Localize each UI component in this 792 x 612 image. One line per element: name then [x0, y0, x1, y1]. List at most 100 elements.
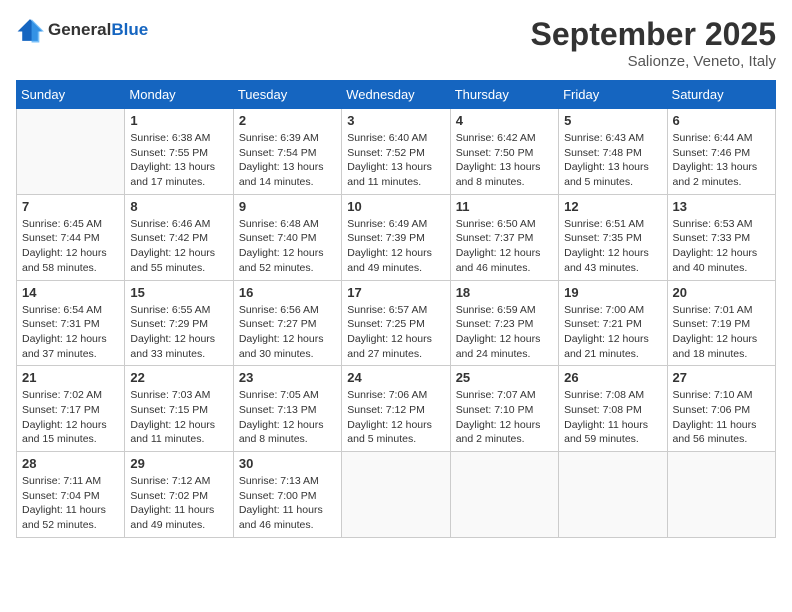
calendar-cell: 13Sunrise: 6:53 AMSunset: 7:33 PMDayligh… [667, 194, 775, 280]
day-info: Sunrise: 6:39 AMSunset: 7:54 PMDaylight:… [239, 131, 336, 190]
day-info: Sunrise: 7:06 AMSunset: 7:12 PMDaylight:… [347, 388, 444, 447]
calendar-cell: 11 Sunrise: 6:50 AMSunset: 7:37 PMDayligh… [450, 194, 558, 280]
day-info: Sunrise: 6:40 AMSunset: 7:52 PMDaylight:… [347, 131, 444, 190]
calendar-cell [667, 452, 775, 538]
calendar-cell: 7 Sunrise: 6:45 AMSunset: 7:44 PMDaylight… [17, 194, 125, 280]
logo-text: GeneralBlue [48, 20, 148, 40]
month-title: September 2025 [531, 16, 776, 53]
day-number: 10 [347, 199, 444, 214]
day-number: 28 [22, 456, 119, 471]
day-info: Sunrise: 6:49 AMSunset: 7:39 PMDaylight:… [347, 217, 444, 276]
calendar-cell: 3 Sunrise: 6:40 AMSunset: 7:52 PMDaylight… [342, 109, 450, 195]
calendar-week-row: 1Sunrise: 6:38 AMSunset: 7:55 PMDaylight… [17, 109, 776, 195]
calendar-cell [450, 452, 558, 538]
calendar-cell: 24 Sunrise: 7:06 AMSunset: 7:12 PMDayligh… [342, 366, 450, 452]
calendar-cell: 23 Sunrise: 7:05 AMSunset: 7:13 PMDayligh… [233, 366, 341, 452]
day-info: Sunrise: 6:43 AMSunset: 7:48 PMDaylight:… [564, 131, 661, 190]
weekday-header-wednesday: Wednesday [342, 81, 450, 109]
calendar-cell: 16Sunrise: 6:56 AMSunset: 7:27 PMDayligh… [233, 280, 341, 366]
weekday-header-sunday: Sunday [17, 81, 125, 109]
location-subtitle: Salionze, Veneto, Italy [531, 53, 776, 70]
day-number: 17 [347, 285, 444, 300]
day-number: 15 [130, 285, 227, 300]
day-number: 4 [456, 113, 553, 128]
day-number: 5 [564, 113, 661, 128]
day-info: Sunrise: 7:05 AMSunset: 7:13 PMDaylight:… [239, 388, 336, 447]
day-number: 26 [564, 370, 661, 385]
day-info: Sunrise: 6:57 AMSunset: 7:25 PMDaylight:… [347, 303, 444, 362]
day-number: 20 [673, 285, 770, 300]
calendar-cell: 2Sunrise: 6:39 AMSunset: 7:54 PMDaylight… [233, 109, 341, 195]
logo-blue: Blue [111, 20, 148, 39]
calendar-cell: 9Sunrise: 6:48 AMSunset: 7:40 PMDaylight… [233, 194, 341, 280]
day-info: Sunrise: 6:51 AMSunset: 7:35 PMDaylight:… [564, 217, 661, 276]
day-number: 21 [22, 370, 119, 385]
calendar-cell [17, 109, 125, 195]
day-info: Sunrise: 7:03 AMSunset: 7:15 PMDaylight:… [130, 388, 227, 447]
day-info: Sunrise: 7:11 AMSunset: 7:04 PMDaylight:… [22, 474, 119, 533]
calendar-week-row: 7 Sunrise: 6:45 AMSunset: 7:44 PMDaylight… [17, 194, 776, 280]
day-info: Sunrise: 6:45 AMSunset: 7:44 PMDaylight:… [22, 217, 119, 276]
day-number: 24 [347, 370, 444, 385]
day-info: Sunrise: 6:46 AMSunset: 7:42 PMDaylight:… [130, 217, 227, 276]
calendar-cell: 22 Sunrise: 7:03 AMSunset: 7:15 PMDayligh… [125, 366, 233, 452]
calendar-cell: 21 Sunrise: 7:02 AMSunset: 7:17 PMDayligh… [17, 366, 125, 452]
day-number: 6 [673, 113, 770, 128]
day-number: 8 [130, 199, 227, 214]
day-info: Sunrise: 7:08 AMSunset: 7:08 PMDaylight:… [564, 388, 661, 447]
weekday-header-saturday: Saturday [667, 81, 775, 109]
day-number: 27 [673, 370, 770, 385]
calendar-cell: 15 Sunrise: 6:55 AMSunset: 7:29 PMDayligh… [125, 280, 233, 366]
weekday-header-row: SundayMondayTuesdayWednesdayThursdayFrid… [17, 81, 776, 109]
calendar-cell: 29 Sunrise: 7:12 AMSunset: 7:02 PMDayligh… [125, 452, 233, 538]
weekday-header-friday: Friday [559, 81, 667, 109]
calendar-cell: 4 Sunrise: 6:42 AMSunset: 7:50 PMDaylight… [450, 109, 558, 195]
calendar-cell: 25 Sunrise: 7:07 AMSunset: 7:10 PMDayligh… [450, 366, 558, 452]
day-number: 11 [456, 199, 553, 214]
calendar-cell: 14 Sunrise: 6:54 AMSunset: 7:31 PMDayligh… [17, 280, 125, 366]
logo-general: General [48, 20, 111, 39]
day-number: 13 [673, 199, 770, 214]
calendar-week-row: 21 Sunrise: 7:02 AMSunset: 7:17 PMDayligh… [17, 366, 776, 452]
calendar-cell: 1Sunrise: 6:38 AMSunset: 7:55 PMDaylight… [125, 109, 233, 195]
calendar-cell: 30Sunrise: 7:13 AMSunset: 7:00 PMDayligh… [233, 452, 341, 538]
day-number: 23 [239, 370, 336, 385]
calendar-cell [559, 452, 667, 538]
logo: GeneralBlue [16, 16, 148, 44]
day-info: Sunrise: 6:59 AMSunset: 7:23 PMDaylight:… [456, 303, 553, 362]
day-info: Sunrise: 6:44 AMSunset: 7:46 PMDaylight:… [673, 131, 770, 190]
day-info: Sunrise: 6:55 AMSunset: 7:29 PMDaylight:… [130, 303, 227, 362]
calendar-cell: 6 Sunrise: 6:44 AMSunset: 7:46 PMDaylight… [667, 109, 775, 195]
calendar-week-row: 28 Sunrise: 7:11 AMSunset: 7:04 PMDayligh… [17, 452, 776, 538]
day-info: Sunrise: 7:12 AMSunset: 7:02 PMDaylight:… [130, 474, 227, 533]
page-header: GeneralBlue September 2025 Salionze, Ven… [16, 16, 776, 70]
day-info: Sunrise: 7:10 AMSunset: 7:06 PMDaylight:… [673, 388, 770, 447]
day-number: 12 [564, 199, 661, 214]
day-number: 7 [22, 199, 119, 214]
day-info: Sunrise: 7:02 AMSunset: 7:17 PMDaylight:… [22, 388, 119, 447]
day-number: 14 [22, 285, 119, 300]
day-info: Sunrise: 7:00 AMSunset: 7:21 PMDaylight:… [564, 303, 661, 362]
day-info: Sunrise: 6:50 AMSunset: 7:37 PMDaylight:… [456, 217, 553, 276]
day-number: 3 [347, 113, 444, 128]
day-number: 22 [130, 370, 227, 385]
calendar-table: SundayMondayTuesdayWednesdayThursdayFrid… [16, 80, 776, 538]
day-info: Sunrise: 6:38 AMSunset: 7:55 PMDaylight:… [130, 131, 227, 190]
weekday-header-thursday: Thursday [450, 81, 558, 109]
day-info: Sunrise: 6:56 AMSunset: 7:27 PMDaylight:… [239, 303, 336, 362]
day-info: Sunrise: 7:07 AMSunset: 7:10 PMDaylight:… [456, 388, 553, 447]
weekday-header-monday: Monday [125, 81, 233, 109]
calendar-cell: 19Sunrise: 7:00 AMSunset: 7:21 PMDayligh… [559, 280, 667, 366]
calendar-week-row: 14 Sunrise: 6:54 AMSunset: 7:31 PMDayligh… [17, 280, 776, 366]
title-block: September 2025 Salionze, Veneto, Italy [531, 16, 776, 70]
day-info: Sunrise: 6:54 AMSunset: 7:31 PMDaylight:… [22, 303, 119, 362]
calendar-cell: 28 Sunrise: 7:11 AMSunset: 7:04 PMDayligh… [17, 452, 125, 538]
calendar-cell: 26 Sunrise: 7:08 AMSunset: 7:08 PMDayligh… [559, 366, 667, 452]
day-number: 29 [130, 456, 227, 471]
calendar-cell: 8 Sunrise: 6:46 AMSunset: 7:42 PMDaylight… [125, 194, 233, 280]
day-info: Sunrise: 7:01 AMSunset: 7:19 PMDaylight:… [673, 303, 770, 362]
day-info: Sunrise: 6:42 AMSunset: 7:50 PMDaylight:… [456, 131, 553, 190]
day-number: 25 [456, 370, 553, 385]
logo-icon [16, 16, 44, 44]
calendar-cell: 27 Sunrise: 7:10 AMSunset: 7:06 PMDayligh… [667, 366, 775, 452]
